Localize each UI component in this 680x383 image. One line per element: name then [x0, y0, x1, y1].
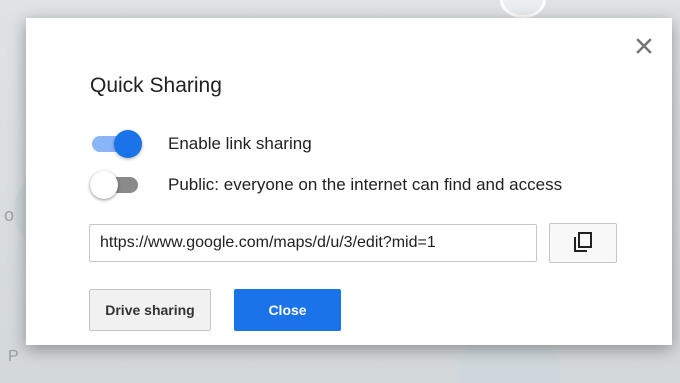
- share-link-field[interactable]: [89, 224, 537, 262]
- close-button[interactable]: Close: [234, 289, 341, 331]
- map-label-fragment: o: [4, 205, 15, 225]
- toggle-thumb: [90, 171, 118, 199]
- quick-sharing-dialog: Quick Sharing Enable link sharing Public…: [26, 18, 672, 345]
- enable-link-sharing-label: Enable link sharing: [168, 134, 312, 153]
- close-x-icon[interactable]: [636, 38, 652, 54]
- dialog-title: Quick Sharing: [90, 74, 222, 97]
- copy-link-button[interactable]: [549, 223, 617, 263]
- enable-link-sharing-toggle[interactable]: [90, 130, 142, 158]
- enable-link-sharing-row: Enable link sharing: [90, 130, 312, 158]
- drive-sharing-button[interactable]: Drive sharing: [89, 289, 211, 331]
- map-label-fragment-bottom: P: [8, 348, 19, 365]
- public-access-row: Public: everyone on the internet can fin…: [90, 171, 562, 199]
- copy-icon: [573, 231, 593, 256]
- toggle-thumb: [114, 130, 142, 158]
- public-access-toggle[interactable]: [90, 171, 140, 199]
- public-access-label: Public: everyone on the internet can fin…: [168, 175, 563, 194]
